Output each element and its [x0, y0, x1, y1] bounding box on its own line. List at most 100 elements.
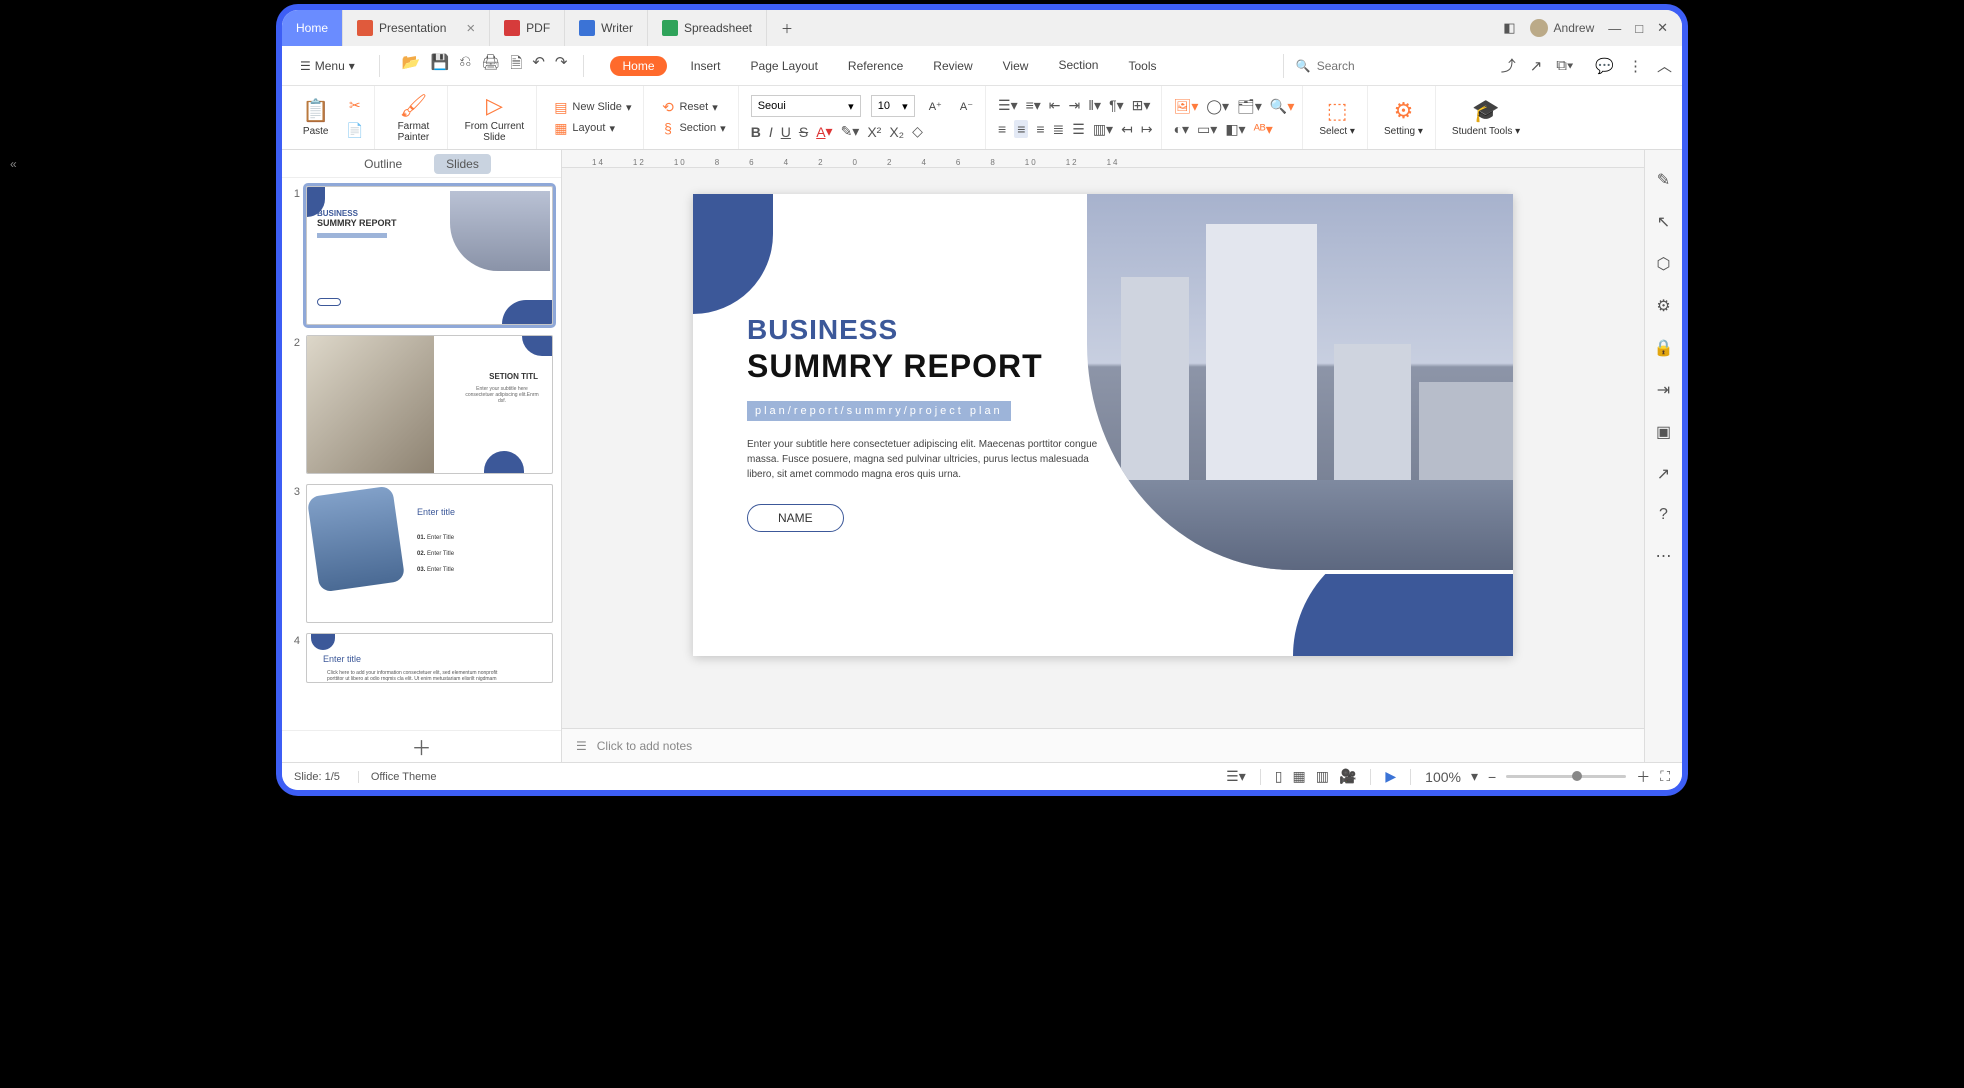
ribbon-tab-page-layout[interactable]: Page Layout [745, 55, 824, 77]
bold-icon[interactable]: B [751, 123, 761, 140]
collapse-ribbon-icon[interactable]: ︿ [1657, 55, 1672, 76]
paste-button[interactable]: 📋Paste [298, 96, 333, 139]
outline-tab[interactable]: Outline [352, 154, 414, 174]
justify-icon[interactable]: ≣ [1053, 120, 1065, 138]
thumbnail[interactable]: 1 BUSINESSSUMMRY REPORT [286, 186, 553, 325]
shrink-font-icon[interactable]: A⁻ [956, 98, 977, 115]
ribbon-tab-review[interactable]: Review [927, 55, 978, 77]
chat-icon[interactable]: 💬 [1595, 57, 1614, 75]
italic-icon[interactable]: I [769, 123, 773, 140]
export-icon[interactable]: 🗎 [510, 53, 522, 78]
bullets-icon[interactable]: ☰▾ [998, 97, 1018, 114]
clipboard-icon[interactable]: ▣ [1656, 422, 1671, 442]
clear-format-icon[interactable]: ◇ [912, 123, 923, 140]
doc-tab-presentation[interactable]: Presentation × [343, 10, 490, 46]
text-direction-icon[interactable]: ¶▾ [1109, 97, 1124, 114]
thumbnails-list[interactable]: 1 BUSINESSSUMMRY REPORT 2 SETION TITL En… [282, 178, 561, 730]
select-button[interactable]: ⬚Select ▾ [1315, 96, 1359, 139]
search-box[interactable]: 🔍 [1283, 54, 1477, 78]
maximize-icon[interactable]: □ [1635, 21, 1643, 36]
distributed-icon[interactable]: ☰ [1072, 120, 1085, 138]
normal-view-icon[interactable]: ▯ [1275, 768, 1283, 785]
undo-icon[interactable]: ↶ [532, 53, 545, 78]
thumbnail[interactable]: 3 Enter title 01. Enter Title 02. Enter … [286, 484, 553, 623]
cursor-icon[interactable]: ↖ [1657, 212, 1670, 232]
find-icon[interactable]: 🔍▾ [1270, 98, 1294, 115]
more-icon[interactable]: ⋮ [1628, 57, 1643, 75]
ribbon-tab-section[interactable]: Section [1052, 55, 1104, 76]
shape-icon[interactable]: ⬡ [1657, 254, 1671, 274]
fit-icon[interactable]: ⛶ [1660, 768, 1670, 785]
user-badge[interactable]: Andrew [1530, 19, 1595, 37]
grow-font-icon[interactable]: A⁺ [925, 98, 946, 115]
numbering-icon[interactable]: ≡▾ [1026, 97, 1041, 114]
share-icon[interactable]: ↗ [1657, 464, 1670, 484]
picture-icon[interactable]: 🖼▾ [1174, 98, 1199, 115]
thumbnail[interactable]: 4 Enter title Click here to add your inf… [286, 633, 553, 683]
text-block[interactable]: BUSINESS SUMMRY REPORT plan/report/summr… [747, 314, 1127, 532]
send-icon[interactable]: ↗ [1530, 57, 1543, 75]
arrange-icon[interactable]: 🗂▾ [1237, 98, 1262, 115]
ribbon-tab-home[interactable]: Home [610, 56, 666, 76]
open-icon[interactable]: 📂 [402, 53, 421, 78]
ribbon-tab-view[interactable]: View [997, 55, 1035, 77]
align-text-icon[interactable]: ⊞▾ [1132, 97, 1151, 114]
export-icon[interactable]: ⇥ [1657, 380, 1670, 400]
zoom-in-icon[interactable]: ＋ [1636, 767, 1650, 787]
font-color-icon[interactable]: A▾ [816, 123, 832, 140]
doc-tab-pdf[interactable]: PDF [490, 10, 565, 46]
tab-preview-icon[interactable]: ◧ [1503, 20, 1515, 36]
align-left-icon[interactable]: ≡ [998, 120, 1006, 138]
new-slide-button[interactable]: ▤New Slide▾ [549, 98, 635, 117]
effects-icon[interactable]: ◧▾ [1225, 121, 1245, 138]
from-current-slide-button[interactable]: ▷From Current Slide [460, 91, 528, 145]
search-input[interactable] [1317, 59, 1477, 73]
increase-indent-icon[interactable]: ⇥ [1069, 97, 1081, 114]
minimize-icon[interactable]: ― [1608, 21, 1621, 36]
slides-tab[interactable]: Slides [434, 154, 491, 174]
canvas-scroll[interactable]: BUSINESS SUMMRY REPORT plan/report/summr… [562, 168, 1644, 728]
ribbon-tab-reference[interactable]: Reference [842, 55, 909, 77]
add-slide-button[interactable]: ＋ [282, 730, 561, 762]
font-size-combo[interactable]: 10▾ [871, 95, 915, 117]
slideshow-view-icon[interactable]: 🎥 [1339, 768, 1356, 785]
indent-less-icon[interactable]: ↤ [1121, 120, 1133, 138]
replace-icon[interactable]: ᴬᴮ▾ [1254, 121, 1273, 138]
font-name-combo[interactable]: Seoui▾ [751, 95, 861, 117]
notes-bar[interactable]: ☰ Click to add notes [562, 728, 1644, 762]
sliders-icon[interactable]: ⚙ [1656, 296, 1670, 316]
pen-icon[interactable]: ✎ [1657, 170, 1670, 190]
print-icon[interactable]: ⎌ [459, 53, 471, 78]
cut-button[interactable]: ✂ [343, 96, 366, 115]
lock-icon[interactable]: 🔒 [1654, 338, 1674, 358]
shapes-icon[interactable]: ◯▾ [1206, 98, 1229, 115]
section-button[interactable]: §Section▾ [656, 119, 729, 138]
fill-icon[interactable]: ◐▾ [1174, 121, 1189, 138]
save-icon[interactable]: 💾 [431, 53, 450, 78]
copy-button[interactable]: 📄 [343, 121, 366, 140]
layout-button[interactable]: ▦Layout▾ [549, 119, 619, 138]
zoom-slider[interactable] [1506, 775, 1626, 778]
subscript-icon[interactable]: X₂ [889, 123, 904, 140]
close-window-icon[interactable]: ✕ [1657, 20, 1668, 36]
slide-canvas[interactable]: BUSINESS SUMMRY REPORT plan/report/summr… [693, 194, 1513, 656]
columns-icon[interactable]: ▥▾ [1093, 120, 1113, 138]
superscript-icon[interactable]: X² [867, 123, 881, 140]
reset-button[interactable]: ⟲Reset▾ [656, 98, 721, 117]
doc-tab-spreadsheet[interactable]: Spreadsheet [648, 10, 767, 46]
ribbon-tab-tools[interactable]: Tools [1122, 55, 1162, 77]
student-tools-button[interactable]: 🎓Student Tools ▾ [1448, 96, 1524, 139]
line-spacing-icon[interactable]: ‖▾ [1088, 97, 1101, 114]
dropdown-icon[interactable]: ⧉▾ [1556, 57, 1573, 74]
strike-icon[interactable]: S [799, 123, 808, 140]
redo-icon[interactable]: ↷ [555, 53, 568, 78]
highlight-icon[interactable]: ✎▾ [841, 123, 860, 140]
outline-icon[interactable]: ▭▾ [1197, 121, 1217, 138]
new-tab-button[interactable]: ＋ [767, 10, 807, 46]
decrease-indent-icon[interactable]: ⇤ [1049, 97, 1061, 114]
menu-view-icon[interactable]: ☰▾ [1226, 768, 1246, 785]
home-tab[interactable]: Home [282, 10, 343, 46]
share-icon[interactable]: ⤴ [1501, 55, 1516, 76]
setting-button[interactable]: ⚙Setting ▾ [1380, 96, 1427, 139]
close-icon[interactable]: × [466, 20, 475, 37]
